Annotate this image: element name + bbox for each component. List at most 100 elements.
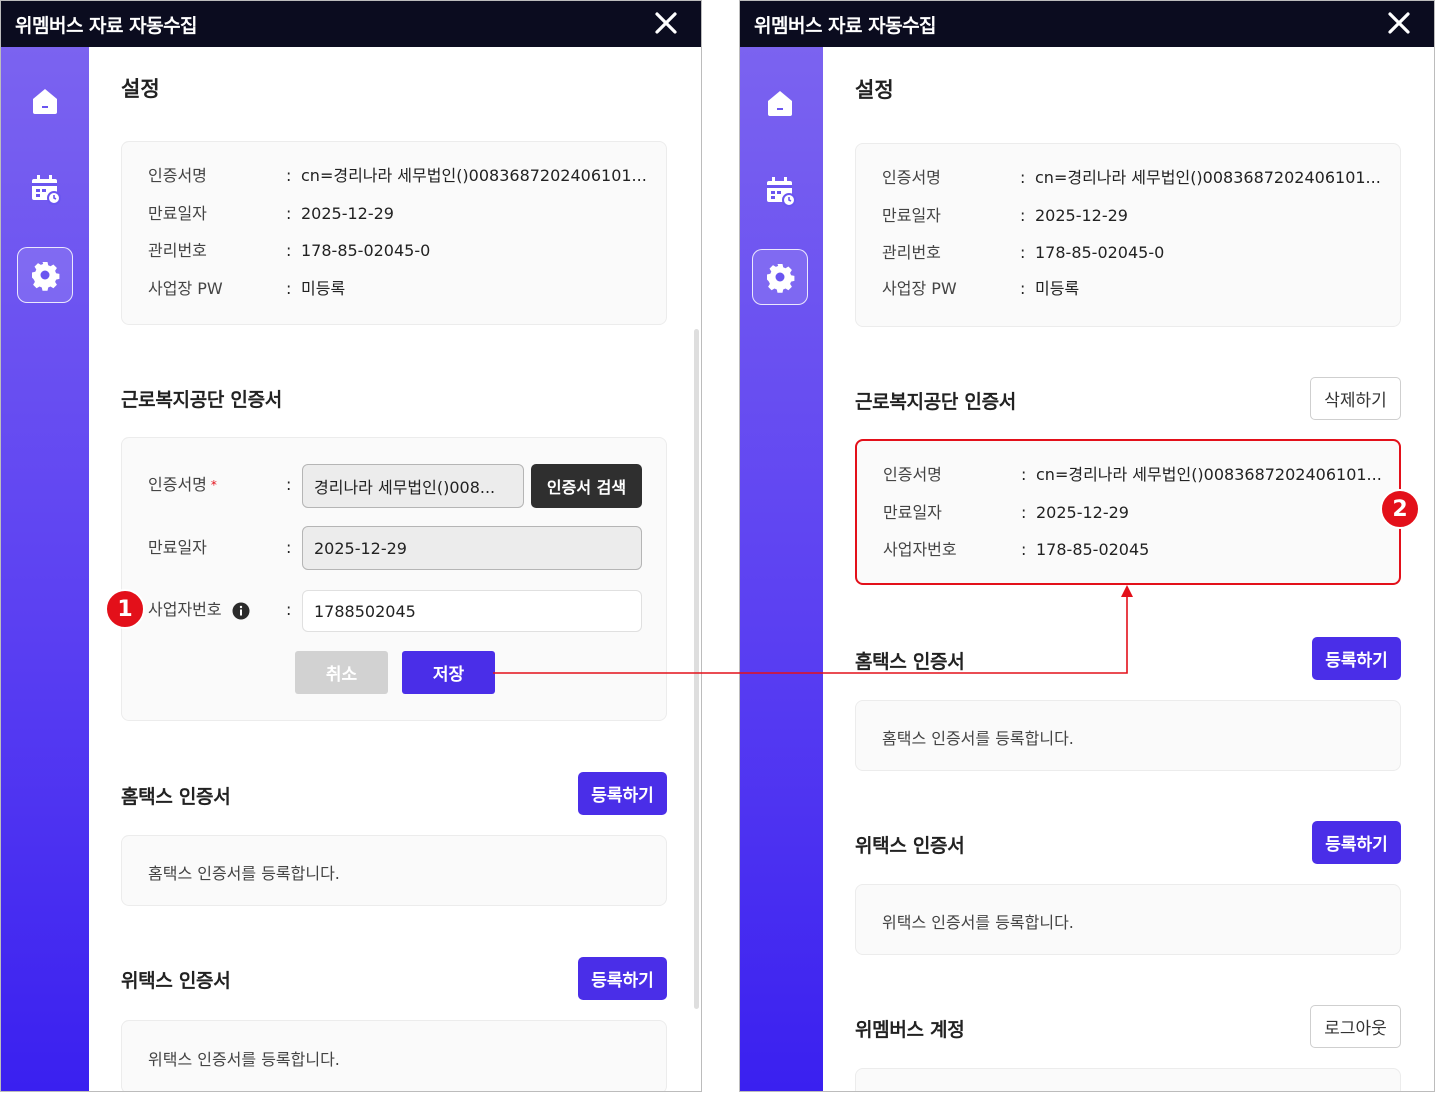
wetax-register-button[interactable]: 등록하기	[578, 957, 667, 1000]
colon: :	[1021, 503, 1027, 522]
bizno-input[interactable]: 1788502045	[302, 590, 642, 632]
info-value: 178-85-02045-0	[301, 241, 431, 260]
home-icon	[768, 91, 792, 116]
sidebar-item-settings[interactable]	[752, 249, 808, 305]
sidebar	[1, 47, 89, 1091]
gear-icon	[32, 262, 60, 291]
welfare-section-title: 근로복지공단 인증서	[855, 391, 1016, 413]
wetax-section-title: 위택스 인증서	[855, 835, 965, 857]
settings-content: 설정 인증서명 : cn=경리나라 세무법인()0083687202406101…	[823, 47, 1434, 1091]
window-title: 위멤버스 자료 자동수집	[15, 15, 198, 37]
colon: :	[1020, 168, 1026, 187]
saved-row: 만료일자 : 2025-12-29	[883, 502, 1129, 524]
logout-button[interactable]: 로그아웃	[1310, 1005, 1401, 1048]
left-window: 위멤버스 자료 자동수집 설정 인증서명: cn=경리나라 세무법인()008…	[0, 0, 702, 1092]
info-label: 만료일자	[148, 204, 207, 223]
info-value: 미등록	[1035, 279, 1080, 298]
info-row: 관리번호 : 178-85-02045-0	[148, 240, 430, 262]
settings-content: 설정 인증서명 : cn=경리나라 세무법인()0083687202406101…	[89, 47, 701, 1091]
account-card	[855, 1068, 1401, 1091]
colon: :	[1020, 206, 1026, 225]
close-icon[interactable]	[653, 10, 679, 36]
expiry-field[interactable]: 2025-12-29	[302, 526, 642, 570]
welfare-saved-card: 인증서명 : cn=경리나라 세무법인()0083687202406101...…	[855, 439, 1401, 585]
info-row: 관리번호 : 178-85-02045-0	[882, 242, 1164, 264]
info-row: 인증서명 : cn=경리나라 세무법인()0083687202406101...	[148, 165, 647, 187]
wetax-card: 위택스 인증서를 등록합니다.	[855, 884, 1401, 955]
form-row-bizno: 사업자번호 :	[148, 599, 291, 621]
saved-label: 사업자번호	[883, 540, 957, 559]
save-button[interactable]: 저장	[402, 651, 495, 694]
hometax-message: 홈택스 인증서를 등록합니다.	[882, 729, 1074, 748]
info-value: 2025-12-29	[1035, 206, 1128, 225]
hometax-card: 홈택스 인증서를 등록합니다.	[855, 700, 1401, 771]
saved-value: 178-85-02045	[1036, 540, 1150, 559]
bizno-label: 사업자번호	[148, 600, 222, 619]
info-label: 만료일자	[882, 206, 941, 225]
window-title: 위멤버스 자료 자동수집	[754, 15, 937, 37]
info-value: cn=경리나라 세무법인()0083687202406101...	[1035, 168, 1381, 187]
cert-name-label: 인증서명	[148, 475, 207, 494]
info-row: 사업장 PW : 미등록	[882, 278, 1079, 300]
info-row: 사업장 PW : 미등록	[148, 278, 345, 300]
info-row: 만료일자 : 2025-12-29	[882, 205, 1128, 227]
form-row-cert: 인증서명 * :	[148, 474, 291, 496]
hometax-card: 홈택스 인증서를 등록합니다.	[121, 835, 667, 906]
info-icon[interactable]	[232, 602, 250, 620]
wetax-section-title: 위택스 인증서	[121, 970, 231, 992]
info-label: 관리번호	[882, 243, 941, 262]
titlebar: 위멤버스 자료 자동수집	[740, 1, 1434, 47]
colon: :	[1020, 243, 1026, 262]
info-label: 인증서명	[148, 166, 207, 185]
sidebar-item-home[interactable]	[752, 75, 808, 131]
info-row: 만료일자 : 2025-12-29	[148, 203, 394, 225]
wetax-message: 위택스 인증서를 등록합니다.	[148, 1050, 340, 1069]
info-row: 인증서명 : cn=경리나라 세무법인()0083687202406101...	[882, 167, 1381, 189]
cancel-button[interactable]: 취소	[295, 651, 388, 694]
delete-button[interactable]: 삭제하기	[1310, 377, 1401, 420]
colon: :	[286, 538, 292, 557]
hometax-register-button[interactable]: 등록하기	[1312, 637, 1401, 680]
welfare-section-title: 근로복지공단 인증서	[121, 389, 282, 411]
form-row-expiry: 만료일자 :	[148, 537, 291, 559]
info-value: cn=경리나라 세무법인()0083687202406101...	[301, 166, 647, 185]
step-2-badge: 2	[1380, 489, 1420, 529]
sidebar-item-home[interactable]	[17, 73, 73, 129]
saved-label: 만료일자	[883, 503, 942, 522]
colon: :	[1021, 465, 1027, 484]
colon: :	[286, 166, 292, 185]
colon: :	[1021, 540, 1027, 559]
cert-name-field[interactable]: 경리나라 세무법인()008...	[302, 464, 524, 508]
account-section-title: 위멤버스 계정	[855, 1019, 965, 1041]
hometax-register-button[interactable]: 등록하기	[578, 772, 667, 815]
wetax-register-button[interactable]: 등록하기	[1312, 821, 1401, 864]
step-1-badge: 1	[105, 589, 145, 629]
info-label: 관리번호	[148, 241, 207, 260]
sidebar	[740, 47, 823, 1091]
page-title: 설정	[855, 78, 894, 102]
sidebar-item-calendar[interactable]	[752, 163, 808, 219]
info-value: 2025-12-29	[301, 204, 394, 223]
colon: :	[286, 279, 292, 298]
close-icon[interactable]	[1386, 10, 1412, 36]
sidebar-item-calendar[interactable]	[17, 161, 73, 217]
saved-label: 인증서명	[883, 465, 942, 484]
titlebar: 위멤버스 자료 자동수집	[1, 1, 701, 47]
gear-icon	[767, 264, 795, 293]
info-label: 사업장 PW	[882, 279, 957, 298]
saved-value: cn=경리나라 세무법인()0083687202406101...	[1036, 465, 1382, 484]
scrollbar[interactable]	[694, 329, 699, 1009]
colon: :	[286, 204, 292, 223]
info-label: 인증서명	[882, 168, 941, 187]
hometax-section-title: 홈택스 인증서	[121, 786, 231, 808]
sidebar-item-settings[interactable]	[17, 247, 73, 303]
cert-info-card: 인증서명 : cn=경리나라 세무법인()0083687202406101...…	[855, 143, 1401, 327]
hometax-message: 홈택스 인증서를 등록합니다.	[148, 864, 340, 883]
calendar-icon	[32, 175, 61, 205]
hometax-section-title: 홈택스 인증서	[855, 651, 965, 673]
cert-search-button[interactable]: 인증서 검색	[531, 464, 642, 508]
wetax-card: 위택스 인증서를 등록합니다.	[121, 1020, 667, 1091]
colon: :	[286, 475, 292, 494]
saved-row: 사업자번호 : 178-85-02045	[883, 539, 1149, 561]
page-title: 설정	[121, 77, 160, 101]
